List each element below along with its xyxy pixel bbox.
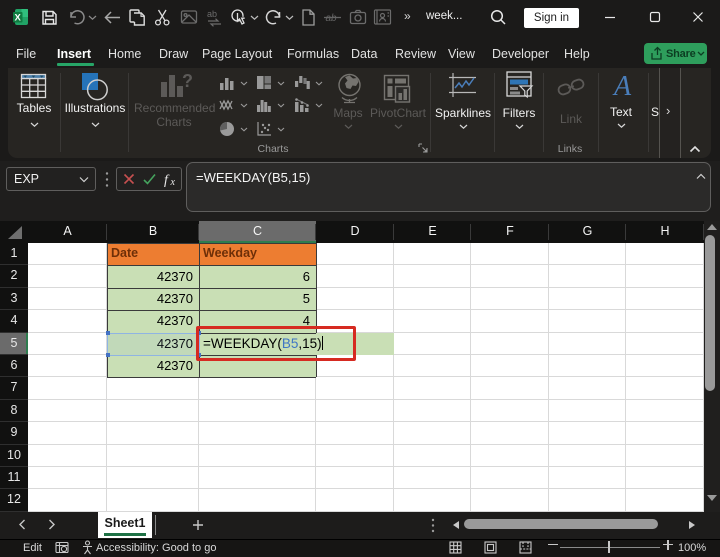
svg-text:X: X	[15, 13, 22, 24]
svg-text:?: ?	[182, 71, 193, 91]
svg-text:f: f	[164, 173, 170, 187]
svg-text:ab: ab	[207, 9, 217, 19]
svg-text:A: A	[612, 71, 632, 100]
svg-text:x: x	[170, 177, 176, 187]
svg-text:ab: ab	[326, 13, 338, 24]
